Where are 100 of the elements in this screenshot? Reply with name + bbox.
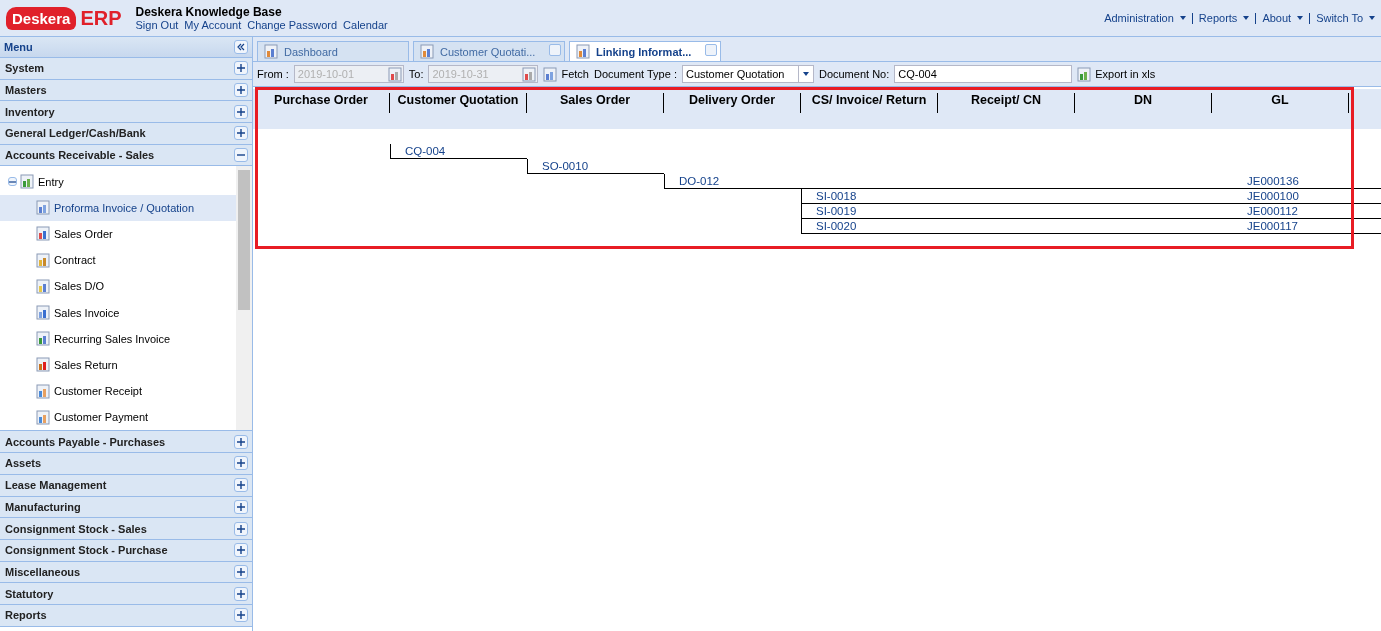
tree-item[interactable]: Proforma Invoice / Quotation: [0, 194, 236, 221]
gl-link[interactable]: JE000136: [1212, 174, 1349, 189]
gl-link[interactable]: JE000100: [1212, 189, 1349, 204]
header-menu[interactable]: Administration: [1104, 12, 1174, 24]
menu-title: Menu: [4, 41, 33, 53]
plus-icon: [237, 567, 245, 576]
double-chevron-icon: [237, 43, 245, 51]
scrollbar[interactable]: [236, 166, 252, 431]
document-link[interactable]: SI-0019: [801, 204, 938, 219]
gl-link[interactable]: JE000112: [1212, 204, 1349, 219]
expand-button[interactable]: [234, 83, 248, 98]
column-header: CS/ Invoice/ Return: [811, 93, 927, 109]
menu-section[interactable]: General Ledger/Cash/Bank: [0, 123, 252, 145]
menu-section[interactable]: Inventory: [0, 101, 252, 124]
document-link[interactable]: DO-012: [664, 174, 801, 189]
menu-section[interactable]: Accounts Receivable - Sales: [0, 144, 252, 167]
collapse-button[interactable]: [234, 148, 248, 163]
header-menu[interactable]: Reports: [1198, 12, 1238, 24]
expand-button[interactable]: [234, 104, 248, 119]
tree-item[interactable]: Sales D/O: [0, 273, 236, 300]
expand-button[interactable]: [234, 521, 248, 536]
header-menu[interactable]: Switch To: [1316, 12, 1363, 24]
dropdown-icon: [802, 72, 809, 76]
plus-icon: [237, 502, 245, 511]
column-header: GL: [1271, 93, 1289, 109]
site-title: Deskera Knowledge Base: [135, 5, 283, 19]
tree-item[interactable]: Sales Invoice: [0, 299, 236, 326]
document-no-field[interactable]: CQ-004: [894, 65, 1073, 83]
column-header: Customer Quotation: [397, 93, 519, 109]
tab[interactable]: Dashboard: [257, 41, 409, 61]
header-link[interactable]: Sign Out: [135, 19, 179, 31]
plus-icon: [237, 481, 245, 490]
document-type-select[interactable]: Customer Quotation: [681, 65, 814, 83]
plus-icon: [237, 546, 245, 555]
menu-section[interactable]: Consignment Stock - Purchase: [0, 539, 252, 562]
tree-toggle[interactable]: [8, 177, 17, 187]
tree-item[interactable]: Sales Return: [0, 351, 236, 379]
plus-icon: [237, 437, 245, 446]
document-no-label: Document No:: [818, 68, 890, 80]
expand-button[interactable]: [234, 478, 248, 493]
expand-button[interactable]: [234, 543, 248, 558]
menu-section[interactable]: Manufacturing: [0, 496, 252, 519]
menu-section[interactable]: Miscellaneous: [0, 561, 252, 584]
collapse-button[interactable]: [234, 40, 248, 54]
plus-icon: [237, 524, 245, 533]
tree-item[interactable]: Recurring Sales Invoice: [0, 325, 236, 352]
menu-section[interactable]: Reports: [0, 604, 252, 627]
menu-section[interactable]: Accounts Payable - Purchases: [0, 431, 252, 454]
column-header: DN: [1133, 93, 1153, 109]
document-link[interactable]: SO-0010: [527, 159, 664, 174]
column-header: Purchase Order: [274, 93, 368, 109]
menu-section[interactable]: Consignment Stock - Sales: [0, 518, 252, 540]
expand-button[interactable]: [234, 499, 248, 514]
tab[interactable]: Linking Informat...: [569, 41, 721, 61]
plus-icon: [237, 129, 245, 138]
expand-button[interactable]: [234, 608, 248, 623]
expand-button[interactable]: [234, 564, 248, 579]
caret-icon: [1369, 16, 1375, 20]
header-menu[interactable]: About: [1262, 12, 1292, 24]
caret-icon: [1297, 16, 1304, 20]
expand-button[interactable]: [234, 434, 248, 449]
expand-button[interactable]: [234, 456, 248, 471]
expand-button[interactable]: [234, 126, 248, 141]
document-link[interactable]: CQ-004: [390, 144, 527, 159]
plus-icon: [237, 86, 245, 95]
plus-icon: [237, 107, 245, 116]
to-label: To:: [408, 68, 424, 80]
plus-icon: [237, 459, 245, 468]
gl-link[interactable]: JE000117: [1212, 219, 1349, 234]
expand-button[interactable]: [234, 586, 248, 601]
menu-section[interactable]: Lease Management: [0, 474, 252, 497]
column-header: Delivery Order: [688, 93, 776, 109]
tab[interactable]: Customer Quotati...: [413, 41, 565, 61]
column-header: Sales Order: [559, 93, 631, 109]
document-type-label: Document Type :: [594, 68, 677, 80]
document-link[interactable]: SI-0020: [801, 219, 938, 234]
menu-section[interactable]: Assets: [0, 453, 252, 475]
column-header: Receipt/ CN: [970, 93, 1042, 109]
menu-section[interactable]: Statutory: [0, 583, 252, 605]
menu-section[interactable]: Masters: [0, 79, 252, 102]
logo: Deskera ERP: [6, 6, 122, 30]
expand-button[interactable]: [234, 61, 248, 76]
header-link[interactable]: Calendar: [343, 19, 388, 31]
header-link[interactable]: My Account: [184, 19, 242, 31]
tree-item[interactable]: Sales Order: [0, 220, 236, 248]
tree-item[interactable]: Customer Payment: [0, 404, 236, 431]
menu-section[interactable]: System: [0, 58, 252, 80]
plus-icon: [237, 611, 245, 620]
plus-icon: [237, 64, 245, 73]
tree-item[interactable]: Contract: [0, 247, 236, 274]
fetch-button[interactable]: Fetch: [543, 66, 589, 82]
caret-icon: [1243, 16, 1250, 20]
export-button[interactable]: Export in xls: [1077, 66, 1156, 82]
caret-icon: [1179, 16, 1186, 20]
tree-item[interactable]: Customer Receipt: [0, 378, 236, 405]
plus-icon: [237, 589, 245, 598]
from-label: From :: [257, 68, 289, 80]
header-link[interactable]: Change Password: [247, 19, 338, 31]
tree-item[interactable]: Entry: [38, 175, 64, 188]
document-link[interactable]: SI-0018: [801, 189, 938, 204]
